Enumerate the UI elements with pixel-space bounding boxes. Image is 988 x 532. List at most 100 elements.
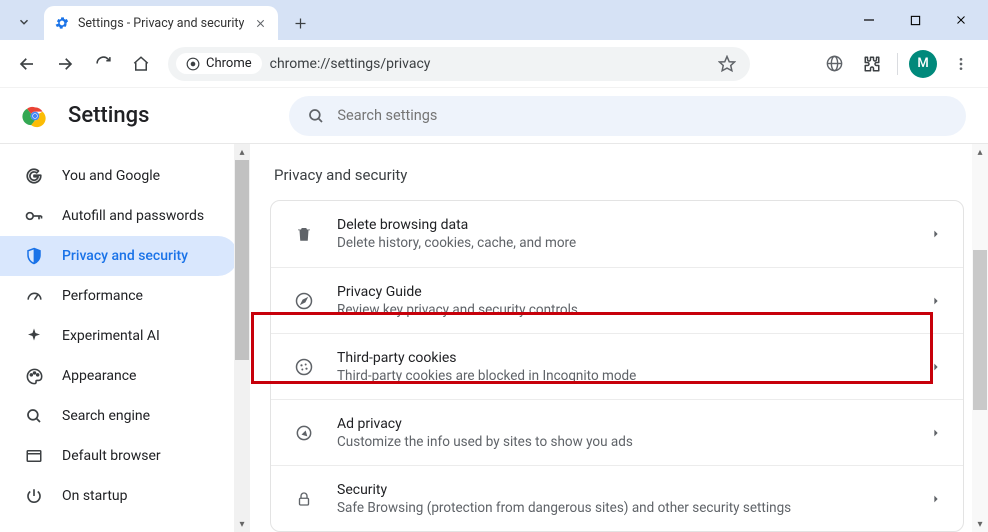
row-privacy-guide[interactable]: Privacy Guide Review key privacy and sec… — [271, 267, 963, 333]
browser-tab[interactable]: Settings - Privacy and security — [44, 6, 278, 40]
reload-button[interactable] — [86, 47, 120, 81]
scroll-down-button[interactable]: ▾ — [977, 516, 982, 532]
key-icon — [24, 206, 44, 226]
tab-close-button[interactable] — [252, 15, 268, 31]
row-body: Ad privacy Customize the info used by si… — [337, 416, 909, 450]
sidebar-item-label: Search engine — [62, 408, 150, 424]
chrome-mono-icon — [186, 57, 200, 71]
row-body: Security Safe Browsing (protection from … — [337, 482, 909, 516]
tabs-dropdown-button[interactable] — [6, 4, 42, 40]
row-body: Privacy Guide Review key privacy and sec… — [337, 284, 909, 318]
chrome-logo-icon — [22, 103, 48, 129]
google-g-icon — [24, 166, 44, 186]
plus-icon — [293, 16, 308, 31]
speedometer-icon — [24, 286, 44, 306]
tab-title: Settings - Privacy and security — [78, 16, 244, 31]
kebab-icon — [953, 56, 969, 72]
minimize-button[interactable] — [846, 0, 892, 40]
ad-target-icon — [293, 422, 315, 444]
palette-icon — [24, 366, 44, 386]
window-controls — [846, 0, 984, 40]
scroll-up-button[interactable]: ▴ — [239, 144, 244, 160]
search-icon — [307, 107, 325, 125]
sidebar-item-label: On startup — [62, 488, 128, 504]
new-tab-button[interactable] — [286, 9, 314, 37]
address-bar[interactable]: Chrome chrome://settings/privacy — [168, 47, 750, 81]
sidebar-scrollbar-thumb[interactable] — [235, 160, 249, 360]
page-title: Settings — [68, 103, 149, 128]
settings-gear-icon — [54, 15, 70, 31]
sidebar-item-you-and-google[interactable]: You and Google — [0, 156, 238, 196]
forward-button[interactable] — [48, 47, 82, 81]
row-subtitle: Review key privacy and security controls — [337, 302, 909, 318]
sidebar-item-appearance[interactable]: Appearance — [0, 356, 238, 396]
sidebar-item-label: Privacy and security — [62, 248, 188, 264]
chevron-right-icon — [931, 296, 941, 306]
close-icon — [955, 14, 967, 26]
profile-button[interactable]: M — [906, 47, 940, 81]
shield-icon — [24, 246, 44, 266]
url-text: chrome://settings/privacy — [270, 56, 710, 72]
sparkle-icon — [24, 326, 44, 346]
row-title: Third-party cookies — [337, 350, 909, 366]
row-subtitle: Customize the info used by sites to show… — [337, 434, 909, 450]
sidebar-item-search-engine[interactable]: Search engine — [0, 396, 238, 436]
menu-button[interactable] — [944, 47, 978, 81]
row-third-party-cookies[interactable]: Third-party cookies Third-party cookies … — [271, 333, 963, 399]
sidebar-scrollbar[interactable]: ▴ ▾ — [234, 144, 250, 532]
star-icon — [718, 55, 736, 73]
sidebar-item-on-startup[interactable]: On startup — [0, 476, 238, 516]
row-title: Ad privacy — [337, 416, 909, 432]
maximize-button[interactable] — [892, 0, 938, 40]
arrow-right-icon — [56, 55, 74, 73]
search-settings-field[interactable] — [289, 96, 966, 136]
settings-header: Settings — [0, 88, 988, 144]
main-scrollbar-thumb[interactable] — [973, 250, 987, 410]
cookie-icon — [293, 356, 315, 378]
close-window-button[interactable] — [938, 0, 984, 40]
chevron-right-icon — [931, 362, 941, 372]
privacy-card: Delete browsing data Delete history, coo… — [270, 200, 964, 532]
row-subtitle: Delete history, cookies, cache, and more — [337, 235, 909, 251]
scroll-down-button[interactable]: ▾ — [239, 516, 244, 532]
row-body: Delete browsing data Delete history, coo… — [337, 217, 909, 251]
sidebar-item-autofill[interactable]: Autofill and passwords — [0, 196, 238, 236]
search-icon — [24, 406, 44, 426]
home-button[interactable] — [124, 47, 158, 81]
puzzle-icon — [863, 55, 881, 73]
sidebar-item-label: Performance — [62, 288, 143, 304]
back-button[interactable] — [10, 47, 44, 81]
scroll-up-button[interactable]: ▴ — [977, 144, 982, 160]
sidebar-item-label: Experimental AI — [62, 328, 160, 344]
home-icon — [132, 55, 150, 73]
row-body: Third-party cookies Third-party cookies … — [337, 350, 909, 384]
toolbar-divider — [897, 53, 898, 75]
globe-button[interactable] — [817, 47, 851, 81]
chevron-right-icon — [931, 494, 941, 504]
browser-titlebar: Settings - Privacy and security — [0, 0, 988, 40]
row-title: Privacy Guide — [337, 284, 909, 300]
row-title: Delete browsing data — [337, 217, 909, 233]
close-icon — [255, 18, 266, 29]
sidebar-item-performance[interactable]: Performance — [0, 276, 238, 316]
sidebar-item-label: You and Google — [62, 168, 160, 184]
compass-icon — [293, 290, 315, 312]
power-icon — [24, 486, 44, 506]
settings-main: Privacy and security Delete browsing dat… — [250, 144, 988, 532]
site-info-chip[interactable]: Chrome — [176, 53, 262, 74]
search-settings-input[interactable] — [337, 107, 948, 124]
extensions-button[interactable] — [855, 47, 889, 81]
trash-icon — [293, 223, 315, 245]
section-title: Privacy and security — [274, 166, 964, 184]
main-scrollbar[interactable]: ▴ ▾ — [972, 144, 988, 532]
sidebar-item-default-browser[interactable]: Default browser — [0, 436, 238, 476]
sidebar-item-label: Autofill and passwords — [62, 208, 204, 224]
row-delete-browsing-data[interactable]: Delete browsing data Delete history, coo… — [271, 201, 963, 267]
avatar-letter: M — [917, 56, 928, 71]
row-ad-privacy[interactable]: Ad privacy Customize the info used by si… — [271, 399, 963, 465]
sidebar-item-privacy-security[interactable]: Privacy and security — [0, 236, 238, 276]
bookmark-button[interactable] — [718, 55, 736, 73]
row-security[interactable]: Security Safe Browsing (protection from … — [271, 465, 963, 531]
sidebar-container: You and Google Autofill and passwords Pr… — [0, 144, 250, 532]
sidebar-item-experimental-ai[interactable]: Experimental AI — [0, 316, 238, 356]
